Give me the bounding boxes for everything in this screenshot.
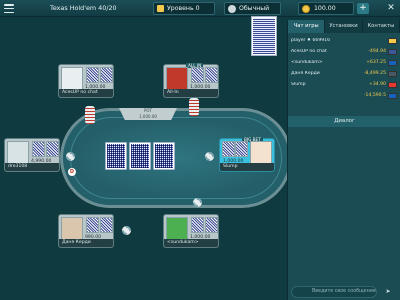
player-balance: -8,499.25 [363, 71, 386, 76]
list-item[interactable]: player ♦ 669916 [291, 35, 397, 46]
chat-input[interactable]: Введите свое сообщение [291, 286, 377, 298]
flag-icon [388, 48, 397, 55]
hole-card [191, 67, 204, 83]
coin-balance: 100.00 [298, 2, 354, 15]
list-item[interactable]: Slump +34.90 [291, 79, 397, 90]
level-badge[interactable]: Уровень 0 [153, 2, 215, 15]
seat-bottom-right[interactable]: 1,000.00 <sundukam> [163, 214, 219, 248]
close-icon[interactable]: ✕ [385, 3, 397, 14]
tab-settings[interactable]: Установки [325, 20, 363, 33]
seat-name: AcesUP no chat [59, 89, 113, 97]
player-name: <sundukam> [291, 60, 323, 65]
player-balance: +637.25 [366, 60, 386, 65]
side-panel: Чат игры Установки Контакты player ♦ 669… [287, 20, 400, 300]
level-icon [157, 5, 164, 12]
player-balance: +34.90 [368, 82, 386, 87]
avatar [61, 67, 83, 90]
hole-card [205, 217, 218, 233]
mode-selector[interactable]: Обычный [224, 2, 281, 15]
hole-card [46, 141, 59, 157]
tab-contacts[interactable]: Контакты [363, 20, 400, 33]
menu-icon[interactable] [3, 3, 15, 14]
list-item[interactable]: <sundukam> +637.25 [291, 57, 397, 68]
avatar [166, 67, 188, 90]
avatar [7, 141, 29, 164]
level-label: Уровень 0 [167, 5, 200, 12]
deck-card [251, 16, 277, 56]
table-title: Texas Hold'em 40/20 [50, 4, 117, 12]
player-balance: -494.94 [368, 49, 386, 54]
player-name: AcesUP no chat [291, 49, 327, 54]
community-card [105, 142, 127, 170]
seat-name: Даня Керди [59, 239, 113, 247]
flag-icon [388, 70, 397, 77]
player-balance: -14,590.5 [363, 93, 386, 98]
clock-icon [228, 4, 236, 13]
list-item[interactable]: Даня Керди -8,499.25 [291, 68, 397, 79]
player-name: Даня Керди [291, 71, 320, 76]
avatar [250, 141, 272, 164]
seat-right[interactable]: BIG BET 1,000.00 Slump [219, 137, 275, 172]
hole-card [100, 67, 113, 83]
seat-name: <sundukam> [164, 239, 218, 247]
bet-chip [193, 198, 202, 207]
dealer-button: D [68, 168, 76, 176]
pot-display: POT 1,000.00 [119, 108, 177, 120]
coin-icon [302, 4, 310, 13]
send-icon[interactable]: ➤ [380, 286, 396, 298]
seat-left[interactable]: 4,990.00 dre3108 [4, 138, 60, 172]
dialog-header: Диалог [288, 116, 400, 127]
hole-card [32, 141, 45, 157]
bet-chip [122, 226, 131, 235]
player-name: player ♦ 669916 [291, 38, 331, 43]
panel-tabs: Чат игры Установки Контакты [288, 20, 400, 33]
flag-icon [388, 81, 397, 88]
seat-top-right[interactable]: ALL IN 1,000.00 All-In [163, 63, 219, 98]
seat-name: dre3108 [5, 163, 59, 171]
list-item[interactable]: -14,590.5 [291, 90, 397, 101]
seat-name: All-In [164, 89, 218, 97]
hole-card [86, 67, 99, 83]
avatar [61, 217, 83, 240]
flag-icon [388, 59, 397, 66]
hole-card [100, 217, 113, 233]
list-item[interactable]: AcesUP no chat -494.94 [291, 46, 397, 57]
hole-card [235, 141, 248, 157]
seat-top-left[interactable]: 1,000.00 AcesUP no chat [58, 64, 114, 98]
chat-log [291, 130, 398, 290]
hole-card [86, 217, 99, 233]
hole-card [222, 141, 235, 157]
hole-card [205, 67, 218, 83]
community-card [153, 142, 175, 170]
chip-stack [189, 98, 199, 116]
bet-chip [205, 152, 214, 161]
add-coins-button[interactable]: + [357, 3, 369, 14]
avatar [166, 217, 188, 240]
coin-value: 100.00 [314, 5, 336, 12]
player-list: player ♦ 669916 AcesUP no chat -494.94 <… [288, 33, 400, 103]
chip-stack [85, 106, 95, 124]
pot-value: 1,000.00 [139, 114, 157, 119]
tab-game-chat[interactable]: Чат игры [288, 20, 326, 33]
bet-chip [66, 152, 75, 161]
flag-icon [388, 37, 397, 44]
flag-icon [388, 92, 397, 99]
mode-label: Обычный [239, 5, 270, 12]
top-bar: Texas Hold'em 40/20 Уровень 0 Обычный 10… [0, 0, 400, 17]
player-name: Slump [291, 82, 306, 87]
community-card [129, 142, 151, 170]
hole-card [191, 217, 204, 233]
seat-bottom-left[interactable]: 990.00 Даня Керди [58, 214, 114, 248]
seat-name: Slump [220, 163, 274, 171]
